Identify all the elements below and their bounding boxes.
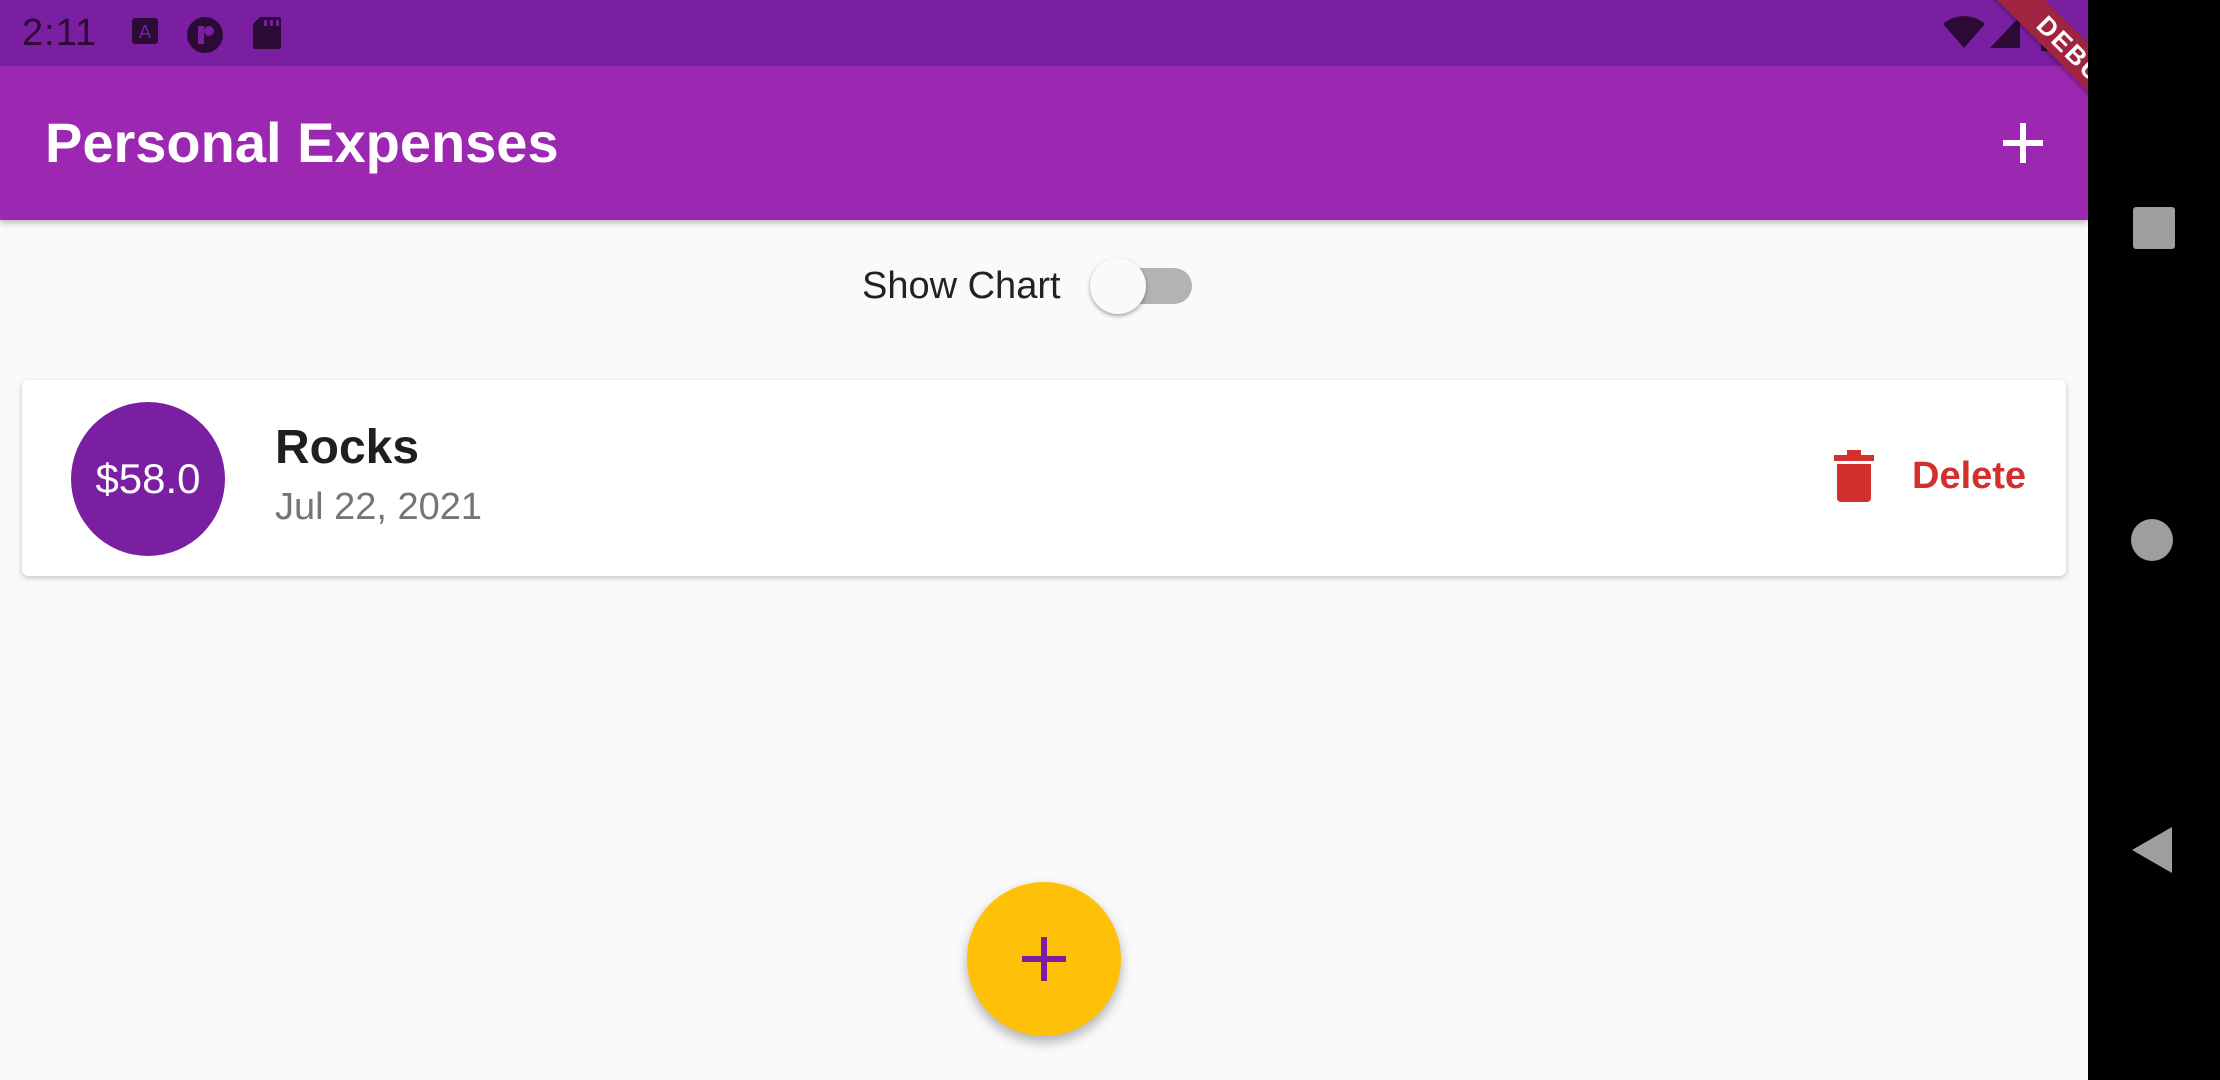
transaction-card: $58.0 Rocks Jul 22, 2021 Delete bbox=[22, 380, 2066, 576]
app-title: Personal Expenses bbox=[45, 111, 559, 174]
transaction-title: Rocks bbox=[275, 421, 420, 474]
show-chart-switch[interactable] bbox=[1090, 258, 1146, 314]
home-icon bbox=[2131, 519, 2173, 561]
svg-text:A: A bbox=[139, 22, 152, 43]
transaction-date: Jul 22, 2021 bbox=[275, 486, 483, 528]
delete-button[interactable]: Delete bbox=[1804, 438, 2044, 518]
trash-icon bbox=[1834, 450, 1874, 507]
add-transaction-button[interactable] bbox=[1990, 110, 2056, 176]
show-chart-label: Show Chart bbox=[862, 265, 1061, 307]
battery-icon bbox=[2040, 14, 2062, 57]
app-screen: 2:11 A Personal Expenses DEBUG Show Char… bbox=[0, 0, 2088, 1080]
signal-icon bbox=[1988, 14, 2022, 55]
recents-icon bbox=[2133, 207, 2175, 249]
status-time: 2:11 bbox=[22, 12, 98, 54]
app-icon bbox=[186, 16, 224, 59]
back-button[interactable] bbox=[2088, 784, 2220, 916]
transaction-amount: $58.0 bbox=[95, 455, 201, 502]
add-transaction-fab[interactable] bbox=[967, 882, 1121, 1036]
text-app-icon: A bbox=[130, 16, 160, 51]
plus-icon bbox=[2003, 123, 2043, 163]
plus-icon bbox=[1022, 937, 1066, 981]
home-button[interactable] bbox=[2088, 474, 2220, 606]
sd-card-icon bbox=[252, 16, 282, 55]
delete-label: Delete bbox=[1912, 455, 2027, 497]
back-icon bbox=[2132, 827, 2172, 873]
wifi-icon bbox=[1942, 14, 1986, 55]
amount-avatar: $58.0 bbox=[71, 402, 225, 556]
app-bar: Personal Expenses bbox=[0, 66, 2088, 220]
recents-button[interactable] bbox=[2088, 162, 2220, 294]
status-bar: 2:11 A bbox=[0, 0, 2088, 66]
navigation-bar bbox=[2088, 0, 2220, 1080]
